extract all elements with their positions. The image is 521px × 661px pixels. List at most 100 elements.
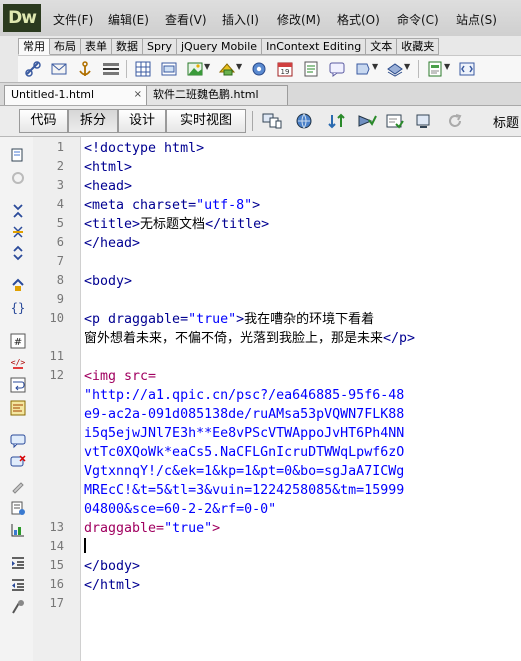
script-dropdown-arrow-icon[interactable]: ▼ (404, 62, 410, 71)
code-line[interactable]: <html> (84, 158, 132, 177)
live-view-button[interactable]: 实时视图 (166, 109, 246, 133)
head-dropdown-arrow-icon[interactable]: ▼ (372, 62, 378, 71)
line-numbers-icon[interactable]: # (10, 333, 26, 349)
document-tab-software-class[interactable]: 软件二班魏色鹏.html (146, 85, 288, 105)
indent-code-icon[interactable] (10, 555, 26, 571)
document-tab-untitled-1[interactable]: Untitled-1.html × (4, 85, 148, 105)
remove-comment-icon[interactable] (10, 455, 26, 471)
menu-format[interactable]: 格式(O) (337, 11, 380, 28)
code-line[interactable]: </head> (84, 234, 140, 253)
code-line[interactable]: 04800&sce=60-2-2&rf=0-0" (84, 500, 276, 519)
line-number: 17 (49, 596, 64, 610)
code-line[interactable]: vtTc0XQoWk*eaCs5.NaCFLGnIcruDTWWqLpwf6zO (84, 443, 404, 462)
syntax-coloring-icon[interactable] (10, 400, 26, 416)
balance-braces-icon[interactable]: {} (10, 299, 26, 315)
highlight-invalid-code-icon[interactable]: </> (10, 355, 26, 371)
menu-edit[interactable]: 编辑(E) (108, 11, 149, 28)
head-icon[interactable] (354, 60, 372, 78)
insert-tab-incontext-editing[interactable]: InContext Editing (262, 38, 367, 55)
code-view-button[interactable]: 代码 (19, 109, 68, 133)
hyperlink-icon[interactable] (24, 60, 42, 78)
menu-site[interactable]: 站点(S) (456, 11, 497, 28)
wrap-tag-icon[interactable] (10, 478, 26, 494)
templates-dropdown-arrow-icon[interactable]: ▼ (444, 62, 450, 71)
code-line[interactable]: <img src= (84, 367, 156, 386)
email-link-icon[interactable] (50, 60, 68, 78)
insert-tab-forms[interactable]: 表单 (81, 38, 112, 55)
tag-chooser-icon[interactable] (458, 60, 476, 78)
code-line[interactable]: </html> (84, 576, 140, 595)
insert-tab-text[interactable]: 文本 (366, 38, 398, 55)
code-line[interactable]: <body> (84, 272, 132, 291)
templates-icon[interactable] (426, 60, 444, 78)
insert-tab-spry[interactable]: Spry (143, 38, 177, 55)
table-icon[interactable] (134, 60, 152, 78)
insert-tab-layout[interactable]: 布局 (50, 38, 81, 55)
code-line[interactable]: <head> (84, 177, 132, 196)
script-icon[interactable] (386, 60, 404, 78)
media-icon[interactable] (218, 60, 236, 78)
show-code-navigator-icon[interactable] (10, 170, 26, 186)
code-line[interactable]: <p draggable="true">我在嘈杂的环境下看着 (84, 310, 374, 329)
insert-tab-data[interactable]: 数据 (112, 38, 143, 55)
menu-commands[interactable]: 命令(C) (397, 11, 439, 28)
recent-snippets-icon[interactable] (10, 500, 26, 516)
code-line[interactable]: draggable="true"> (84, 519, 220, 538)
insert-tab-common[interactable]: 常用 (18, 38, 50, 55)
code-line[interactable]: <meta charset="utf-8"> (84, 196, 260, 215)
comment-icon[interactable] (328, 60, 346, 78)
menu-modify[interactable]: 修改(M) (277, 11, 321, 28)
select-parent-tag-icon[interactable] (10, 277, 26, 293)
code-line[interactable]: 窗外想着未来，不偏不倚，光落到我脸上，那是未来</p> (84, 329, 415, 348)
open-documents-icon[interactable] (10, 147, 26, 163)
check-browser-compatibility-icon[interactable] (385, 112, 405, 130)
split-view-button[interactable]: 拆分 (68, 109, 118, 133)
apply-comment-icon[interactable] (10, 433, 26, 449)
design-view-button[interactable]: 设计 (118, 109, 166, 133)
widget-icon[interactable] (250, 60, 268, 78)
menu-view[interactable]: 查看(V) (165, 11, 207, 28)
code-line[interactable]: VgtxnnqY!/c&ek=1&kp=1&pt=0&bo=sgJaA7ICWg (84, 462, 404, 481)
refresh-icon[interactable] (446, 112, 464, 130)
image-dropdown-arrow-icon[interactable]: ▼ (204, 62, 210, 71)
outdent-code-icon[interactable] (10, 577, 26, 593)
collapse-selection-icon[interactable] (10, 224, 26, 240)
multiscreen-icon[interactable] (262, 112, 284, 130)
code-line[interactable]: </body> (84, 557, 140, 576)
date-icon[interactable]: 19 (276, 60, 294, 78)
toolbar-separator (126, 60, 127, 78)
named-anchor-icon[interactable] (76, 60, 94, 78)
line-number: 10 (49, 311, 64, 325)
insert-tab-favorites[interactable]: 收藏夹 (397, 38, 440, 55)
format-source-icon[interactable] (10, 599, 26, 615)
visual-aids-icon[interactable] (414, 112, 434, 130)
expand-all-icon[interactable] (10, 245, 26, 261)
code-line[interactable]: "http://a1.qpic.cn/psc?/ea646885-95f6-48 (84, 386, 404, 405)
text-cursor (84, 538, 86, 553)
media-dropdown-arrow-icon[interactable]: ▼ (236, 62, 242, 71)
code-editor[interactable]: <!doctype html> <html> <head> <meta charset… (81, 137, 521, 661)
word-wrap-icon[interactable] (10, 377, 26, 393)
preview-in-browser-icon[interactable] (295, 112, 315, 130)
insert-div-icon[interactable] (160, 60, 178, 78)
line-number-gutter: 1 2 3 4 5 6 7 8 9 10 11 12 13 14 15 16 1… (33, 137, 81, 661)
move-css-icon[interactable] (10, 522, 26, 538)
server-include-icon[interactable] (302, 60, 320, 78)
menu-file[interactable]: 文件(F) (53, 11, 93, 28)
file-management-icon[interactable] (327, 112, 347, 130)
menu-insert[interactable]: 插入(I) (222, 11, 259, 28)
insert-tab-jquery-mobile[interactable]: jQuery Mobile (177, 38, 263, 55)
code-line[interactable]: MREcC!&t=5&tl=3&vuin=1224258085&tm=15999 (84, 481, 404, 500)
horizontal-rule-icon[interactable] (102, 60, 120, 78)
code-token: 窗外想着未来，不偏不倚，光落到我脸上，那是未来 (84, 331, 384, 346)
code-token: > (236, 312, 245, 327)
code-token: "true" (164, 521, 213, 536)
collapse-full-tag-icon[interactable] (10, 203, 26, 219)
w3c-validation-icon[interactable] (357, 112, 377, 130)
code-line[interactable]: i5q5ejwJNl7E3h**Ee8vPScVTWAppoJvHT6Ph4NN (84, 424, 404, 443)
code-line[interactable]: <!doctype html> (84, 139, 204, 158)
code-line[interactable]: e9-ac2a-091d085138de/ruAMsa53pVQWN7FLK88 (84, 405, 404, 424)
close-tab-icon[interactable]: × (134, 86, 142, 104)
image-icon[interactable] (186, 60, 204, 78)
code-line[interactable]: <title>无标题文档</title> (84, 215, 269, 234)
